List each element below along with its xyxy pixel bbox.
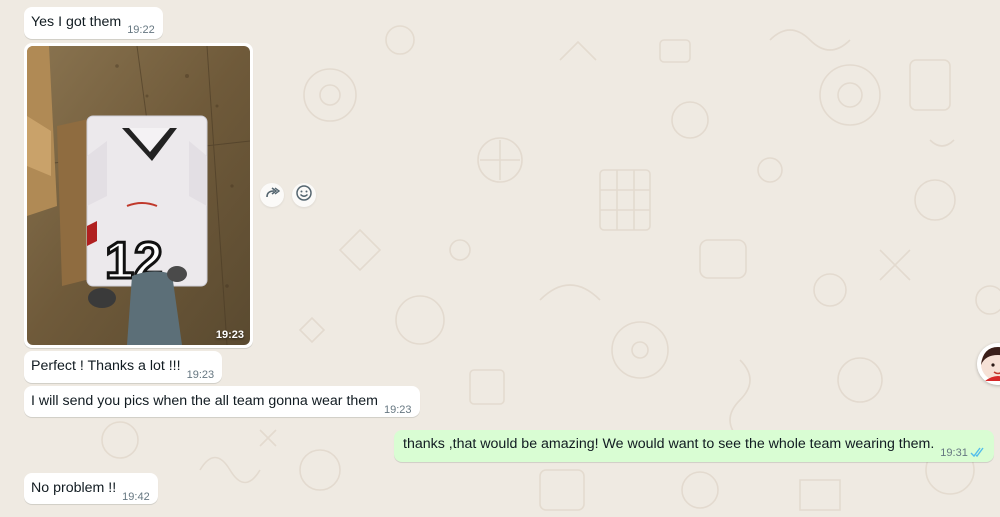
- message-text: thanks ,that would be amazing! We would …: [403, 436, 935, 452]
- message-bubble-incoming[interactable]: Perfect ! Thanks a lot !!! 19:23: [24, 351, 223, 383]
- jersey-photo[interactable]: 12 19:23: [27, 46, 250, 345]
- message-text: Perfect ! Thanks a lot !!!: [31, 358, 181, 374]
- message-bubble-incoming[interactable]: No problem !! 19:42: [24, 473, 158, 504]
- message-time: 19:23: [186, 369, 215, 381]
- forward-icon: [264, 185, 281, 206]
- forward-button[interactable]: [260, 183, 284, 207]
- message-text: No problem !!: [31, 480, 117, 496]
- message-bubble-incoming[interactable]: Yes I got them 19:22: [24, 7, 163, 39]
- message-bubble-outgoing[interactable]: thanks ,that would be amazing! We would …: [394, 430, 994, 462]
- emoji-react-icon: [295, 184, 313, 207]
- message-text: I will send you pics when the all team g…: [31, 393, 378, 409]
- message-text: Yes I got them: [31, 14, 122, 30]
- react-button[interactable]: [292, 183, 316, 207]
- read-receipt-icon: [970, 445, 986, 464]
- message-time: 19:42: [122, 491, 150, 503]
- message-bubble-incoming[interactable]: I will send you pics when the all team g…: [24, 386, 420, 417]
- image-time: 19:23: [215, 329, 244, 341]
- message-time: 19:22: [127, 24, 155, 36]
- message-time: 19:31: [940, 447, 968, 459]
- message-time: 19:23: [384, 404, 412, 416]
- image-message-bubble[interactable]: 12 19:23: [24, 43, 253, 348]
